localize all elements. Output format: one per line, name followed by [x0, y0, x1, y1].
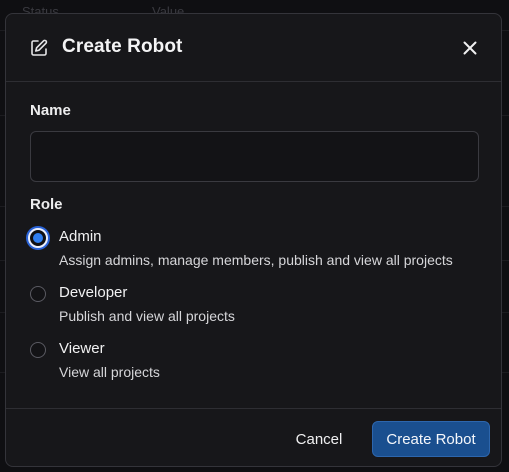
create-robot-dialog: Create Robot Name Role Admin Assign admi… — [5, 13, 502, 467]
close-icon — [463, 41, 477, 55]
role-option-developer[interactable]: Developer Publish and view all projects — [28, 284, 488, 334]
close-button[interactable] — [459, 37, 481, 59]
dialog-header: Create Robot — [6, 14, 501, 82]
cancel-button[interactable]: Cancel — [281, 422, 357, 456]
edit-icon — [29, 38, 49, 58]
dialog-body: Name Role Admin Assign admins, manage me… — [6, 82, 501, 408]
role-description: Assign admins, manage members, publish a… — [59, 252, 453, 268]
admin-radio[interactable] — [28, 228, 48, 248]
dialog-footer: Cancel Create Robot — [6, 408, 501, 466]
create-robot-button[interactable]: Create Robot — [372, 421, 490, 457]
viewer-radio[interactable] — [30, 342, 46, 358]
role-title: Developer — [59, 284, 128, 301]
role-description: View all projects — [59, 364, 160, 380]
dialog-title: Create Robot — [62, 36, 183, 57]
role-option-admin[interactable]: Admin Assign admins, manage members, pub… — [28, 228, 488, 278]
role-label: Role — [30, 196, 63, 213]
role-title: Viewer — [59, 340, 105, 357]
role-description: Publish and view all projects — [59, 308, 235, 324]
developer-radio[interactable] — [30, 286, 46, 302]
name-input[interactable] — [30, 131, 479, 182]
name-label: Name — [30, 102, 71, 119]
role-title: Admin — [59, 228, 102, 245]
role-option-viewer[interactable]: Viewer View all projects — [28, 340, 488, 390]
